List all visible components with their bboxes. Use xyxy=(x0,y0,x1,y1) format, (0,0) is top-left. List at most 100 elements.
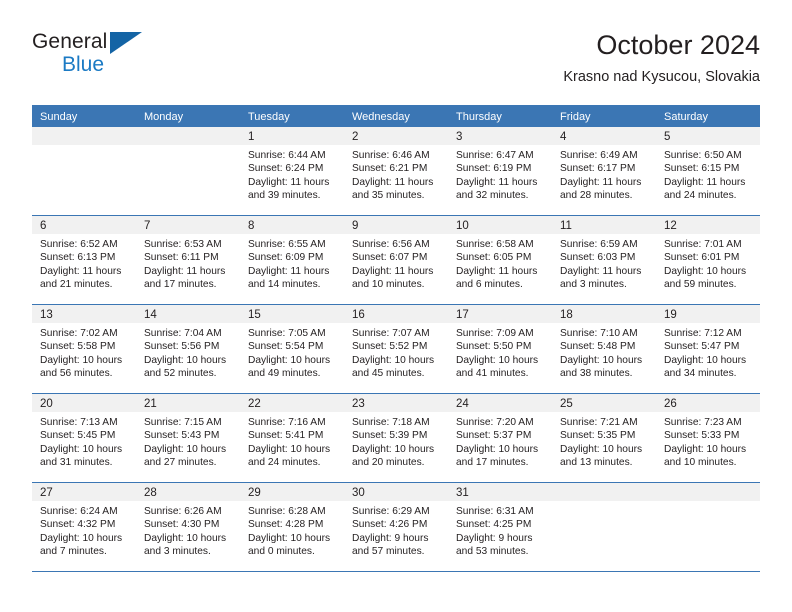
daylight-text-line1: Daylight: 10 hours xyxy=(352,354,435,366)
day-details: Sunrise: 7:15 AM Sunset: 5:43 PM Daylight:… xyxy=(136,412,240,469)
day-details: Sunrise: 7:07 AM Sunset: 5:52 PM Daylight:… xyxy=(344,323,448,380)
day-number-band: 29 xyxy=(240,483,344,501)
daylight-text-line1: Daylight: 10 hours xyxy=(456,443,539,455)
day-cell-5[interactable]: 5 Sunrise: 6:50 AM Sunset: 6:15 PM Daylight… xyxy=(656,127,760,215)
day-number-band: 23 xyxy=(344,394,448,412)
day-cell-30[interactable]: 30 Sunrise: 6:29 AM Sunset: 4:26 PM Dayligh… xyxy=(344,483,448,571)
day-cell-8[interactable]: 8 Sunrise: 6:55 AM Sunset: 6:09 PM Daylight… xyxy=(240,216,344,304)
daylight-text-line1: Daylight: 10 hours xyxy=(144,354,227,366)
day-number: 3 xyxy=(456,131,463,143)
day-number-band: 18 xyxy=(552,305,656,323)
day-cell-7[interactable]: 7 Sunrise: 6:53 AM Sunset: 6:11 PM Daylight… xyxy=(136,216,240,304)
day-details: Sunrise: 7:05 AM Sunset: 5:54 PM Daylight:… xyxy=(240,323,344,380)
logo-text-blue: Blue xyxy=(62,53,105,76)
sunset-text: Sunset: 4:30 PM xyxy=(144,519,220,531)
sunset-text: Sunset: 5:41 PM xyxy=(248,430,324,442)
day-cell-13[interactable]: 13 Sunrise: 7:02 AM Sunset: 5:58 PM Dayligh… xyxy=(32,305,136,393)
sunrise-text: Sunrise: 7:23 AM xyxy=(664,417,742,428)
day-number-band: 7 xyxy=(136,216,240,234)
day-details: Sunrise: 7:12 AM Sunset: 5:47 PM Daylight:… xyxy=(656,323,760,380)
day-cell-1[interactable]: 1 Sunrise: 6:44 AM Sunset: 6:24 PM Daylight… xyxy=(240,127,344,215)
day-details xyxy=(552,501,656,505)
day-cell-21[interactable]: 21 Sunrise: 7:15 AM Sunset: 5:43 PM Dayligh… xyxy=(136,394,240,482)
day-number: 6 xyxy=(40,220,47,232)
day-cell-29[interactable]: 29 Sunrise: 6:28 AM Sunset: 4:28 PM Dayligh… xyxy=(240,483,344,571)
daylight-text-line2: and 31 minutes. xyxy=(40,456,113,468)
day-number: 19 xyxy=(664,309,677,321)
day-cell-24[interactable]: 24 Sunrise: 7:20 AM Sunset: 5:37 PM Dayligh… xyxy=(448,394,552,482)
daylight-text-line1: Daylight: 9 hours xyxy=(352,532,429,544)
sunset-text: Sunset: 6:05 PM xyxy=(456,252,532,264)
sunrise-text: Sunrise: 7:12 AM xyxy=(664,328,742,339)
daylight-text-line2: and 3 minutes. xyxy=(144,545,211,557)
daylight-text-line1: Daylight: 10 hours xyxy=(144,443,227,455)
daylight-text-line1: Daylight: 10 hours xyxy=(664,354,747,366)
daylight-text-line2: and 14 minutes. xyxy=(248,278,321,290)
day-cell-10[interactable]: 10 Sunrise: 6:58 AM Sunset: 6:05 PM Dayligh… xyxy=(448,216,552,304)
day-number-band: 27 xyxy=(32,483,136,501)
sunset-text: Sunset: 5:35 PM xyxy=(560,430,636,442)
day-number-band: 25 xyxy=(552,394,656,412)
sunset-text: Sunset: 5:58 PM xyxy=(40,341,116,353)
day-number-band: 17 xyxy=(448,305,552,323)
day-cell-3[interactable]: 3 Sunrise: 6:47 AM Sunset: 6:19 PM Daylight… xyxy=(448,127,552,215)
sunset-text: Sunset: 4:32 PM xyxy=(40,519,116,531)
day-number-band xyxy=(32,127,136,145)
weekday-header-monday: Monday xyxy=(144,111,184,123)
day-cell-27[interactable]: 27 Sunrise: 6:24 AM Sunset: 4:32 PM Dayligh… xyxy=(32,483,136,571)
daylight-text-line2: and 35 minutes. xyxy=(352,189,425,201)
daylight-text-line1: Daylight: 10 hours xyxy=(40,354,123,366)
weekday-header-wednesday: Wednesday xyxy=(352,111,410,123)
day-cell-25[interactable]: 25 Sunrise: 7:21 AM Sunset: 5:35 PM Dayligh… xyxy=(552,394,656,482)
day-details: Sunrise: 7:23 AM Sunset: 5:33 PM Daylight:… xyxy=(656,412,760,469)
day-details: Sunrise: 7:16 AM Sunset: 5:41 PM Daylight:… xyxy=(240,412,344,469)
day-cell-20[interactable]: 20 Sunrise: 7:13 AM Sunset: 5:45 PM Dayligh… xyxy=(32,394,136,482)
day-cell-19[interactable]: 19 Sunrise: 7:12 AM Sunset: 5:47 PM Dayligh… xyxy=(656,305,760,393)
day-number: 17 xyxy=(456,309,469,321)
daylight-text-line1: Daylight: 10 hours xyxy=(664,265,747,277)
day-cell-26[interactable]: 26 Sunrise: 7:23 AM Sunset: 5:33 PM Dayligh… xyxy=(656,394,760,482)
day-number-band: 3 xyxy=(448,127,552,145)
sunrise-text: Sunrise: 6:53 AM xyxy=(144,239,222,250)
day-cell-31[interactable]: 31 Sunrise: 6:31 AM Sunset: 4:25 PM Dayligh… xyxy=(448,483,552,571)
day-cell-11[interactable]: 11 Sunrise: 6:59 AM Sunset: 6:03 PM Dayligh… xyxy=(552,216,656,304)
sunset-text: Sunset: 6:09 PM xyxy=(248,252,324,264)
day-details: Sunrise: 7:20 AM Sunset: 5:37 PM Daylight:… xyxy=(448,412,552,469)
day-number-band: 9 xyxy=(344,216,448,234)
day-number-band: 21 xyxy=(136,394,240,412)
sunrise-text: Sunrise: 6:52 AM xyxy=(40,239,118,250)
day-number-band: 6 xyxy=(32,216,136,234)
calendar-grid: Sunday Monday Tuesday Wednesday Thursday Frid… xyxy=(32,105,760,572)
weekday-header-friday: Friday xyxy=(560,111,591,123)
day-details: Sunrise: 7:09 AM Sunset: 5:50 PM Daylight:… xyxy=(448,323,552,380)
day-number-band: 24 xyxy=(448,394,552,412)
day-cell-15[interactable]: 15 Sunrise: 7:05 AM Sunset: 5:54 PM Dayligh… xyxy=(240,305,344,393)
day-cell-16[interactable]: 16 Sunrise: 7:07 AM Sunset: 5:52 PM Dayligh… xyxy=(344,305,448,393)
day-number: 25 xyxy=(560,398,573,410)
day-cell-22[interactable]: 22 Sunrise: 7:16 AM Sunset: 5:41 PM Dayligh… xyxy=(240,394,344,482)
day-cell-18[interactable]: 18 Sunrise: 7:10 AM Sunset: 5:48 PM Dayligh… xyxy=(552,305,656,393)
day-number-band: 22 xyxy=(240,394,344,412)
sunrise-text: Sunrise: 6:31 AM xyxy=(456,506,534,517)
day-cell-28[interactable]: 28 Sunrise: 6:26 AM Sunset: 4:30 PM Dayligh… xyxy=(136,483,240,571)
sunrise-text: Sunrise: 6:59 AM xyxy=(560,239,638,250)
general-blue-logo[interactable]: General Blue xyxy=(32,30,162,86)
sunset-text: Sunset: 5:54 PM xyxy=(248,341,324,353)
day-number: 12 xyxy=(664,220,677,232)
sunset-text: Sunset: 6:03 PM xyxy=(560,252,636,264)
day-cell-2[interactable]: 2 Sunrise: 6:46 AM Sunset: 6:21 PM Daylight… xyxy=(344,127,448,215)
daylight-text-line2: and 28 minutes. xyxy=(560,189,633,201)
day-number: 22 xyxy=(248,398,261,410)
daylight-text-line2: and 7 minutes. xyxy=(40,545,107,557)
day-number: 31 xyxy=(456,487,469,499)
day-details xyxy=(32,145,136,149)
day-cell-6[interactable]: 6 Sunrise: 6:52 AM Sunset: 6:13 PM Daylight… xyxy=(32,216,136,304)
sunset-text: Sunset: 5:48 PM xyxy=(560,341,636,353)
day-cell-23[interactable]: 23 Sunrise: 7:18 AM Sunset: 5:39 PM Dayligh… xyxy=(344,394,448,482)
day-cell-14[interactable]: 14 Sunrise: 7:04 AM Sunset: 5:56 PM Dayligh… xyxy=(136,305,240,393)
day-cell-4[interactable]: 4 Sunrise: 6:49 AM Sunset: 6:17 PM Daylight… xyxy=(552,127,656,215)
day-cell-9[interactable]: 9 Sunrise: 6:56 AM Sunset: 6:07 PM Daylight… xyxy=(344,216,448,304)
day-cell-17[interactable]: 17 Sunrise: 7:09 AM Sunset: 5:50 PM Dayligh… xyxy=(448,305,552,393)
day-cell-12[interactable]: 12 Sunrise: 7:01 AM Sunset: 6:01 PM Dayligh… xyxy=(656,216,760,304)
sunrise-text: Sunrise: 6:24 AM xyxy=(40,506,118,517)
